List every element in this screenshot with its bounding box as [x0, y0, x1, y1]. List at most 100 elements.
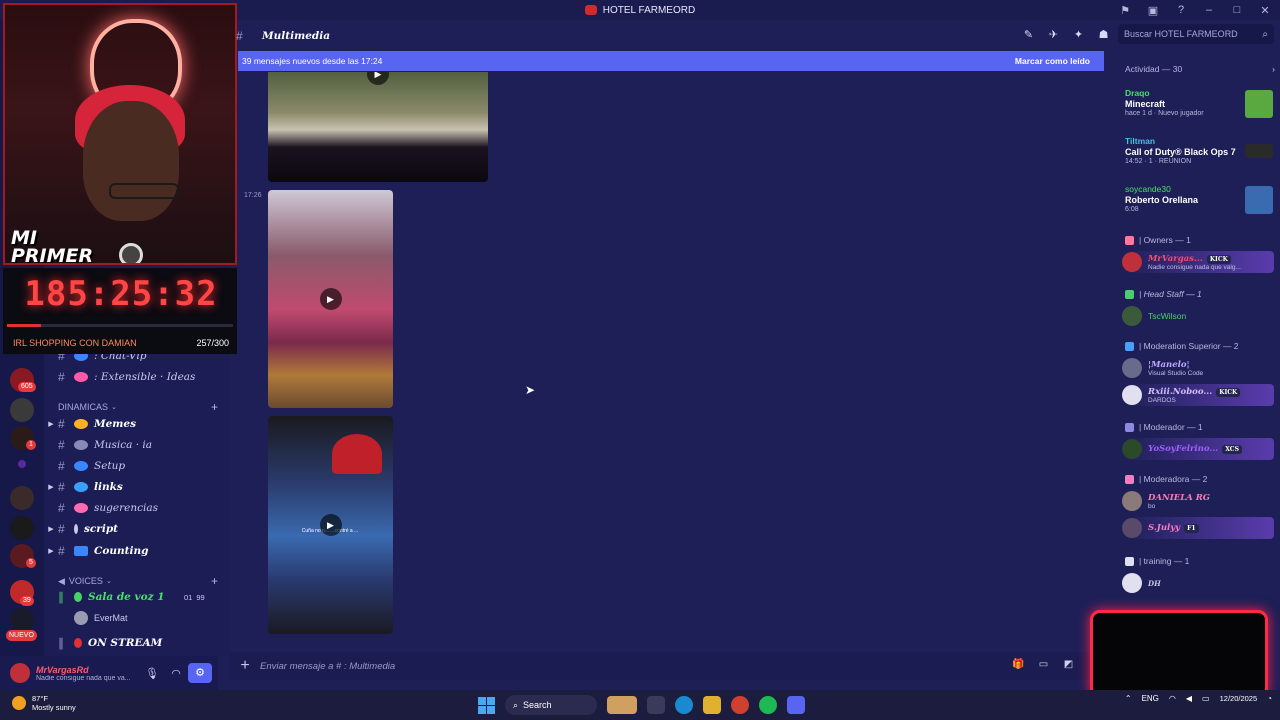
member-item[interactable]: Rxiii.Noboo... KICK DARDOS	[1122, 384, 1274, 406]
widgets-icon[interactable]	[607, 696, 637, 714]
channel-item-memes[interactable]: ▶ # Memes	[44, 414, 230, 434]
channel-header: # Multimedia ✎ ✈ ✦ ☗	[230, 24, 1114, 48]
sun-icon	[12, 696, 26, 710]
chrome-icon[interactable]	[731, 696, 749, 714]
gear-icon[interactable]: ⚙	[188, 663, 212, 683]
add-attachment-button[interactable]: +	[230, 657, 260, 675]
play-icon[interactable]: ▶	[367, 72, 389, 85]
role-icon	[1125, 422, 1134, 432]
member-item[interactable]: DANIELA RG bo	[1122, 490, 1274, 512]
channel-label: Sala de voz 1	[88, 591, 165, 603]
member-tag: XCS	[1222, 445, 1242, 454]
maximize-button[interactable]: □	[1230, 4, 1244, 16]
close-button[interactable]: ✕	[1258, 4, 1272, 17]
play-icon[interactable]: ▶	[319, 514, 342, 536]
avatar	[1122, 491, 1142, 511]
crown-icon	[1125, 235, 1134, 245]
new-messages-bar[interactable]: 39 mensajes nuevos desde las 17:24 Marca…	[238, 51, 1104, 71]
weather-widget[interactable]: 87°F Mostly sunny	[12, 694, 76, 712]
channel-item-script[interactable]: ▶ # script	[44, 519, 230, 539]
avatar[interactable]	[10, 663, 30, 683]
member-item[interactable]: S.Julyy F1	[1122, 517, 1274, 539]
category-dinamicas[interactable]: DINAMICAS ⌄ +	[58, 400, 218, 414]
voice-wave-icon: ∥	[58, 636, 64, 650]
screen-share-icon[interactable]: ▣	[1146, 4, 1160, 17]
clock-date[interactable]: 12/20/2025	[1220, 694, 1258, 703]
server-icon[interactable]	[18, 460, 26, 468]
activity-item[interactable]: Draqo Minecraft hace 1 d · Nuevo jugador	[1125, 88, 1275, 122]
chevron-up-icon[interactable]: ⌃	[1125, 694, 1132, 703]
add-channel-button[interactable]: +	[211, 400, 218, 414]
headphones-icon[interactable]: ◠	[164, 667, 188, 680]
help-icon[interactable]: ?	[1174, 4, 1188, 16]
role-group-moderadora: | Moderadora — 2	[1125, 474, 1207, 484]
sticker-icon[interactable]: ◩	[1062, 659, 1075, 670]
minimize-button[interactable]: –	[1202, 4, 1216, 16]
volume-icon[interactable]: ◀	[1186, 694, 1192, 703]
threads-icon[interactable]: ✎	[1022, 28, 1035, 41]
search-input[interactable]	[1124, 29, 1244, 39]
file-explorer-icon[interactable]	[703, 696, 721, 714]
chevron-right-icon: ▶	[48, 421, 54, 428]
mark-read-button[interactable]: Marcar como leído	[1015, 56, 1090, 66]
channel-item-counting[interactable]: ▶ # Counting	[44, 541, 230, 561]
server-icon[interactable]	[10, 486, 34, 510]
windows-start-icon[interactable]	[478, 696, 495, 714]
member-item[interactable]: TscWilson	[1122, 305, 1274, 327]
channel-item[interactable]: # : Extensible · Ideas	[44, 367, 230, 387]
channel-label: sugerencias	[94, 502, 158, 514]
voice-channel-item-on-stream[interactable]: ∥ ON STREAM	[44, 633, 230, 653]
channel-emoji-icon	[74, 440, 88, 450]
member-item[interactable]: MrVargas... KICK Nadie consigue nada que …	[1122, 251, 1274, 273]
server-icon[interactable]	[10, 608, 34, 632]
member-list-icon[interactable]: ☗	[1097, 28, 1110, 41]
activity-header[interactable]: Actividad — 30 ›	[1125, 64, 1275, 74]
avatar	[1122, 358, 1142, 378]
add-channel-button[interactable]: +	[211, 574, 218, 588]
server-badge: 5	[26, 558, 36, 568]
goal-label: IRL SHOPPING CON DAMIAN	[13, 338, 137, 348]
category-voices[interactable]: ◀ VOICES ⌄ +	[58, 574, 218, 588]
server-icon[interactable]	[10, 398, 34, 422]
new-badge: NUEVO	[6, 630, 37, 641]
gif-icon[interactable]: ▭	[1037, 659, 1050, 670]
channel-item-sugerencias[interactable]: # sugerencias	[44, 498, 230, 518]
discord-icon[interactable]	[787, 696, 805, 714]
member-item[interactable]: YoSoyFelrino... XCS	[1122, 438, 1274, 460]
edge-browser-icon[interactable]	[675, 696, 693, 714]
activity-item[interactable]: Tiltman Call of Duty® Black Ops 7 14:52 …	[1125, 136, 1275, 170]
avatar	[1122, 439, 1142, 459]
microphone-icon[interactable]: 🎙	[140, 667, 164, 680]
notification-bell-icon[interactable]: ✈	[1047, 28, 1060, 41]
server-logo-icon	[584, 5, 597, 15]
channel-item-musica[interactable]: # Musica · ia	[44, 435, 230, 455]
message-input[interactable]	[260, 660, 560, 672]
pin-icon[interactable]: ✦	[1072, 28, 1085, 41]
channel-label: Musica · ia	[94, 439, 153, 451]
wifi-icon[interactable]: ◠	[1169, 694, 1176, 703]
language-indicator[interactable]: ENG	[1142, 694, 1159, 703]
video-attachment[interactable]: ▶	[268, 72, 488, 182]
channel-item-setup[interactable]: # Setup	[44, 456, 230, 476]
taskbar-search[interactable]: ⌕ Search	[505, 695, 597, 715]
video-attachment[interactable]: Cuña no n... ...contré a ... ▶	[268, 416, 393, 634]
battery-icon[interactable]: ▭	[1202, 694, 1210, 703]
search-input-container[interactable]: ⌕	[1118, 24, 1274, 44]
spotify-icon[interactable]	[759, 696, 777, 714]
activity-item[interactable]: soycande30 Roberto Orellana 6:08	[1125, 184, 1275, 218]
channel-item-links[interactable]: ▶ # links	[44, 477, 230, 497]
server-icon[interactable]	[10, 516, 34, 540]
play-icon[interactable]: ▶	[319, 288, 342, 310]
task-view-icon[interactable]	[647, 696, 665, 714]
member-item[interactable]: DH	[1122, 572, 1274, 594]
notification-bell-icon[interactable]: ◔	[1267, 694, 1272, 703]
avatar	[1122, 518, 1142, 538]
gift-icon[interactable]: 🎁	[1012, 659, 1025, 670]
member-list: Actividad — 30 › Draqo Minecraft hace 1 …	[1114, 56, 1280, 656]
channel-label: : Extensible · Ideas	[94, 371, 196, 383]
message-composer: + 🎁 ▭ ◩ ☺	[230, 652, 1110, 680]
member-item[interactable]: ¦Manelo¦ Visual Studio Code	[1122, 357, 1274, 379]
voice-user[interactable]: EverMat	[74, 611, 128, 625]
inbox-icon[interactable]: ⚑	[1118, 4, 1132, 17]
video-attachment[interactable]: ▶	[268, 190, 393, 408]
